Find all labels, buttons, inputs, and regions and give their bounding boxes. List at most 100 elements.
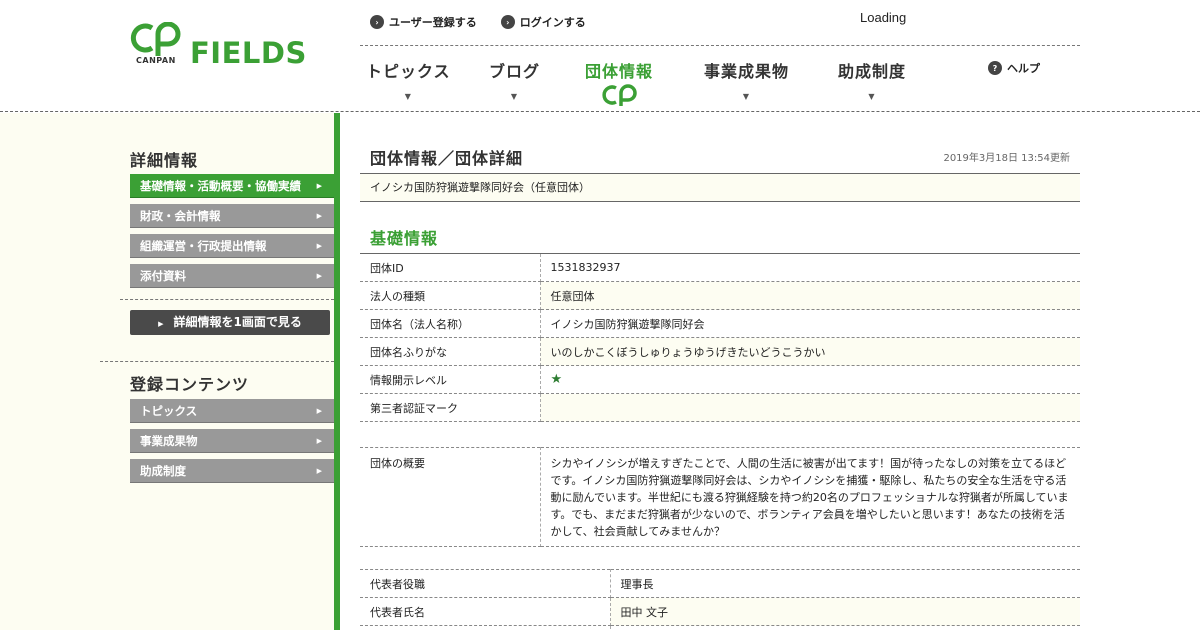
detail-info-heading: 詳細情報: [130, 151, 199, 170]
table-row: 団体名ふりがな いのしかこくぼうしゅりょうゆうげきたいどうこうかい: [360, 337, 1080, 366]
row-value: 1531832937: [540, 253, 1080, 282]
star-icon: ★: [550, 372, 563, 387]
question-circle-icon: ?: [988, 61, 1002, 75]
sidebar-item-attachments[interactable]: 添付資料 ▶: [130, 264, 334, 288]
cp-mark-icon: [602, 84, 637, 106]
table-row: 団体の概要 シカやイノシシが増えすぎたことで、人間の生活に被害が出てます！国が待…: [360, 447, 1080, 547]
main-content: 団体情報／団体詳細 2019年3月18日 13:54更新 イノシカ国防狩猟遊撃隊…: [360, 113, 1080, 630]
row-value: 任意団体: [540, 281, 1080, 310]
chevron-right-icon: ▶: [316, 467, 322, 475]
sidebar-item-label: 組織運営・行政提出情報: [140, 239, 267, 253]
row-value: 田中 文子: [610, 597, 1080, 626]
chevron-right-icon: ▶: [316, 272, 322, 280]
page-title: 団体情報／団体詳細: [370, 149, 524, 168]
nav-organization[interactable]: 団体情報: [585, 58, 653, 106]
sidebar-item-topics[interactable]: トピックス ▶: [130, 399, 334, 423]
basic-info-heading: 基礎情報: [370, 229, 439, 248]
help-label: ヘルプ: [1007, 62, 1040, 75]
arrow-circle-icon: ›: [500, 15, 515, 29]
row-label: 団体の概要: [360, 447, 541, 547]
chevron-down-icon: ▼: [404, 92, 412, 101]
table-row: [360, 625, 1080, 630]
representative-table: 代表者役職 理事長 代表者氏名 田中 文子: [360, 569, 1080, 630]
table-row: 代表者氏名 田中 文子: [360, 597, 1080, 626]
sidebar-item-label: トピックス: [140, 404, 198, 418]
sidebar-item-grants[interactable]: 助成制度 ▶: [130, 459, 334, 483]
main-nav: トピックス ▼ ブログ ▼ 団体情報 事業成果物 ▼ 助成制度 ▼ ? ヘルプ: [360, 45, 1080, 112]
row-label: [360, 625, 611, 630]
canpan-text: CANPAN: [136, 56, 176, 65]
sidebar-item-label: 財政・会計情報: [140, 209, 221, 223]
nav-deliverables[interactable]: 事業成果物 ▼: [704, 58, 789, 101]
sidebar-item-deliverables[interactable]: 事業成果物 ▶: [130, 429, 334, 453]
org-name-bar: イノシカ国防狩猟遊撃隊同好会（任意団体）: [360, 173, 1080, 202]
cp-logo-icon: [130, 22, 181, 56]
row-value: イノシカ国防狩猟遊撃隊同好会: [540, 309, 1080, 338]
row-value: シカやイノシシが増えすぎたことで、人間の生活に被害が出てます！国が待ったなしの対…: [540, 447, 1080, 547]
help-link[interactable]: ? ヘルプ: [988, 60, 1040, 76]
row-value: [540, 393, 1080, 422]
chevron-right-icon: ▶: [158, 320, 164, 328]
row-label: 情報開示レベル: [360, 365, 541, 394]
row-label: 代表者氏名: [360, 597, 611, 626]
sidebar: 詳細情報 基礎情報・活動概要・協働実績 ▶ 財政・会計情報 ▶ 組織運営・行政提…: [0, 113, 334, 630]
basic-info-table: 団体ID 1531832937 法人の種類 任意団体 団体名（法人名称） イノシ…: [360, 253, 1080, 422]
chevron-right-icon: ▶: [316, 212, 322, 220]
nav-grants-label: 助成制度: [838, 62, 907, 81]
table-row: 第三者認証マーク: [360, 393, 1080, 422]
chevron-right-icon: ▶: [316, 407, 322, 415]
user-register-link[interactable]: › ユーザー登録する: [370, 14, 477, 30]
chevron-right-icon: ▶: [316, 242, 322, 250]
arrow-circle-icon: ›: [370, 15, 384, 29]
nav-topics[interactable]: トピックス ▼: [366, 58, 451, 101]
row-value: [610, 625, 1080, 630]
loading-text: Loading: [860, 10, 907, 25]
view-all-details-label: 詳細情報を1画面で見る: [173, 315, 302, 329]
fields-text: FIELDS: [190, 36, 307, 70]
sidebar-item-label: 事業成果物: [140, 434, 198, 448]
sidebar-item-finance[interactable]: 財政・会計情報 ▶: [130, 204, 334, 228]
sidebar-item-label: 添付資料: [140, 269, 186, 283]
row-label: 第三者認証マーク: [360, 393, 541, 422]
sidebar-item-label: 助成制度: [140, 464, 186, 478]
view-all-details-button[interactable]: ▶ 詳細情報を1画面で見る: [130, 310, 330, 335]
row-label: 団体名ふりがな: [360, 337, 541, 366]
nav-deliverables-label: 事業成果物: [704, 62, 790, 81]
user-register-label: ユーザー登録する: [389, 16, 477, 29]
table-row: 代表者役職 理事長: [360, 569, 1080, 598]
divider: [120, 299, 334, 300]
nav-grants[interactable]: 助成制度 ▼: [838, 58, 906, 101]
row-label: 法人の種類: [360, 281, 541, 310]
chevron-down-icon: ▼: [510, 92, 519, 101]
table-row: 情報開示レベル ★: [360, 365, 1080, 394]
nav-blog-label: ブログ: [489, 62, 541, 81]
table-row: 団体名（法人名称） イノシカ国防狩猟遊撃隊同好会: [360, 309, 1080, 338]
row-value: ★: [540, 365, 1080, 394]
row-value: いのしかこくぼうしゅりょうゆうげきたいどうこうかい: [540, 337, 1080, 366]
row-value: 理事長: [610, 569, 1080, 598]
chevron-down-icon: ▼: [742, 92, 751, 101]
divider: [100, 361, 334, 362]
sidebar-item-governance[interactable]: 組織運営・行政提出情報 ▶: [130, 234, 334, 258]
overview-table: 団体の概要 シカやイノシシが増えすぎたことで、人間の生活に被害が出てます！国が待…: [360, 447, 1080, 547]
nav-blog[interactable]: ブログ ▼: [489, 58, 540, 101]
nav-topics-label: トピックス: [366, 62, 451, 81]
updated-timestamp: 2019年3月18日 13:54更新: [943, 153, 1070, 164]
site-header: CANPAN FIELDS › ユーザー登録する › ログインする Loadin…: [0, 0, 1200, 112]
table-row: 法人の種類 任意団体: [360, 281, 1080, 310]
nav-organization-label: 団体情報: [585, 62, 654, 81]
chevron-right-icon: ▶: [316, 182, 322, 190]
canpan-fields-logo[interactable]: CANPAN FIELDS: [128, 22, 318, 70]
row-label: 団体名（法人名称）: [360, 309, 541, 338]
row-label: 団体ID: [360, 253, 541, 282]
sidebar-item-basic-info[interactable]: 基礎情報・活動概要・協働実績 ▶: [130, 174, 334, 198]
row-label: 代表者役職: [360, 569, 611, 598]
sidebar-item-label: 基礎情報・活動概要・協働実績: [140, 179, 301, 193]
login-link[interactable]: › ログインする: [500, 14, 586, 30]
table-row: 団体ID 1531832937: [360, 253, 1080, 282]
login-label: ログインする: [519, 16, 586, 29]
registered-content-heading: 登録コンテンツ: [130, 375, 250, 394]
top-links: › ユーザー登録する › ログインする: [370, 14, 586, 30]
chevron-right-icon: ▶: [316, 437, 322, 445]
chevron-down-icon: ▼: [868, 92, 876, 101]
